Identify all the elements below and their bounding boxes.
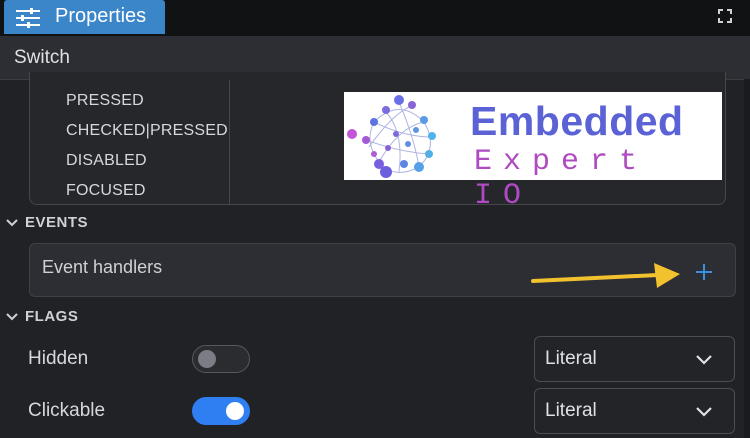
maximize-icon[interactable] — [718, 9, 732, 23]
title-bar: Properties — [0, 0, 750, 36]
clickable-literal-select[interactable]: Literal — [534, 388, 735, 434]
state-item-disabled[interactable]: DISABLED — [66, 152, 147, 170]
chevron-down-icon — [695, 353, 713, 365]
state-item-checked-pressed[interactable]: CHECKED|PRESSED — [66, 122, 228, 140]
chevron-down-icon — [5, 310, 19, 324]
toggle-knob — [198, 350, 216, 368]
state-item-focused[interactable]: FOCUSED — [66, 182, 146, 200]
event-handlers-label: Event handlers — [42, 257, 163, 277]
states-divider — [229, 80, 230, 204]
flag-label-clickable: Clickable — [28, 400, 106, 421]
hidden-literal-select[interactable]: Literal — [534, 336, 735, 382]
hidden-toggle[interactable] — [192, 345, 250, 373]
toggle-knob — [226, 402, 244, 420]
chevron-down-icon — [695, 405, 713, 417]
state-item-pressed[interactable]: PRESSED — [66, 92, 144, 110]
events-section-header[interactable]: EVENTS — [0, 212, 200, 236]
clickable-toggle[interactable] — [192, 397, 250, 425]
flags-section-label: FLAGS — [25, 308, 79, 325]
events-section-label: EVENTS — [25, 214, 89, 231]
arrow-icon — [530, 262, 685, 292]
component-name: Switch — [14, 47, 70, 68]
tab-label: Properties — [55, 5, 147, 27]
select-value: Literal — [545, 400, 597, 421]
add-event-handler-button[interactable] — [691, 259, 717, 285]
flags-section-header[interactable]: FLAGS — [0, 306, 200, 330]
logo-title: Embedded — [470, 98, 684, 144]
tab-properties[interactable]: Properties — [4, 0, 165, 34]
plus-icon — [691, 264, 717, 288]
flag-label-hidden: Hidden — [28, 348, 89, 369]
chevron-down-icon — [5, 216, 19, 230]
logo-network-icon — [347, 95, 436, 178]
sliders-icon — [15, 8, 41, 28]
properties-panel: Properties Switch PRESSED CHECKED|PRESSE… — [0, 0, 750, 438]
logo-subtitle: Expert IO — [474, 145, 649, 213]
logo-image: Embedded Expert IO — [344, 92, 722, 213]
scrollbar-track[interactable] — [744, 79, 750, 438]
select-value: Literal — [545, 348, 597, 369]
